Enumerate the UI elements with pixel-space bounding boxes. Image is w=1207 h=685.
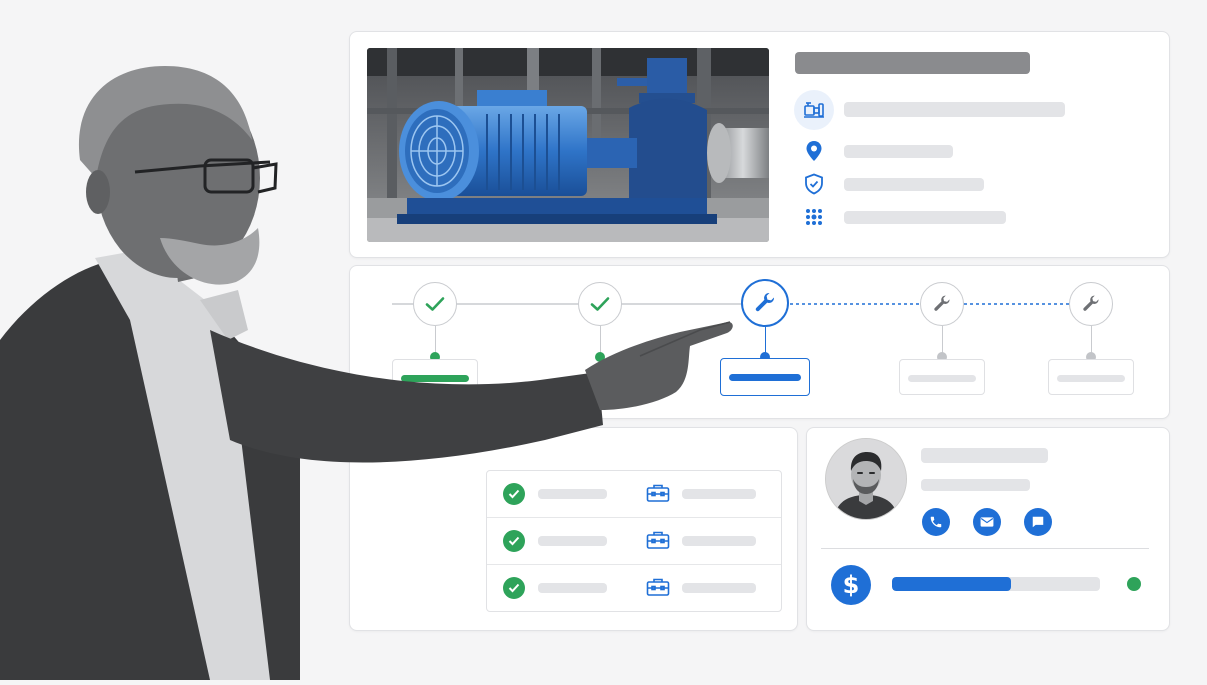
workflow-step-3[interactable] xyxy=(741,279,789,327)
step-connector xyxy=(942,326,943,354)
asset-detail-placeholder xyxy=(844,211,1006,224)
pump-icon xyxy=(794,90,834,130)
grid-dots-icon xyxy=(802,205,826,229)
contact-role-placeholder xyxy=(921,479,1030,491)
task-detail-placeholder xyxy=(682,583,756,593)
chat-icon xyxy=(1032,516,1044,528)
status-dot xyxy=(1127,577,1141,591)
step-label-1[interactable] xyxy=(392,359,478,395)
step-connector xyxy=(765,327,766,354)
step-label-3[interactable] xyxy=(720,358,810,396)
asset-detail-placeholder xyxy=(844,145,953,158)
step-dot xyxy=(595,352,605,362)
task-name-placeholder xyxy=(538,489,607,499)
workflow-step-4[interactable] xyxy=(920,282,964,326)
tasks-card xyxy=(349,427,798,631)
task-row[interactable] xyxy=(487,471,781,517)
check-icon xyxy=(590,297,610,311)
check-icon xyxy=(425,297,445,311)
workflow-step-1[interactable] xyxy=(413,282,457,326)
industrial-pump-photo xyxy=(367,48,769,242)
task-detail-placeholder xyxy=(682,536,756,546)
contact-name-placeholder xyxy=(921,448,1048,463)
phone-icon xyxy=(930,516,942,528)
workflow-step-5[interactable] xyxy=(1069,282,1113,326)
dollar-icon: $ xyxy=(842,571,860,599)
email-icon xyxy=(980,517,994,527)
phone-button[interactable] xyxy=(922,508,950,536)
task-row[interactable] xyxy=(487,517,781,564)
contact-card: $ xyxy=(806,427,1170,631)
technician-avatar xyxy=(825,438,907,520)
wrench-icon xyxy=(934,295,950,311)
chat-button[interactable] xyxy=(1024,508,1052,536)
step-connector xyxy=(1091,326,1092,354)
check-circle-icon xyxy=(503,577,525,599)
task-detail-placeholder xyxy=(682,489,756,499)
divider xyxy=(821,548,1149,549)
workflow-step-2[interactable] xyxy=(578,282,622,326)
step-label-5[interactable] xyxy=(1048,359,1134,395)
shield-check-icon xyxy=(802,172,826,196)
budget-progress-track xyxy=(892,577,1100,591)
task-list xyxy=(486,470,782,612)
wrench-icon xyxy=(755,292,775,312)
wrench-icon xyxy=(1083,295,1099,311)
toolbox-icon xyxy=(645,576,671,598)
workflow-card xyxy=(349,265,1170,419)
toolbox-icon xyxy=(645,529,671,551)
check-circle-icon xyxy=(503,530,525,552)
asset-detail-placeholder xyxy=(844,178,984,191)
email-button[interactable] xyxy=(973,508,1001,536)
step-connector xyxy=(435,326,436,354)
budget-badge: $ xyxy=(831,565,871,605)
asset-title-placeholder xyxy=(795,52,1030,74)
check-circle-icon xyxy=(503,483,525,505)
task-name-placeholder xyxy=(538,583,607,593)
budget-progress-fill xyxy=(892,577,1011,591)
asset-detail-placeholder xyxy=(844,102,1065,117)
asset-card xyxy=(349,31,1170,258)
toolbox-icon xyxy=(645,482,671,504)
location-pin-icon xyxy=(802,139,826,163)
step-connector xyxy=(600,326,601,354)
task-name-placeholder xyxy=(538,536,607,546)
task-row[interactable] xyxy=(487,564,781,611)
step-label-4[interactable] xyxy=(899,359,985,395)
